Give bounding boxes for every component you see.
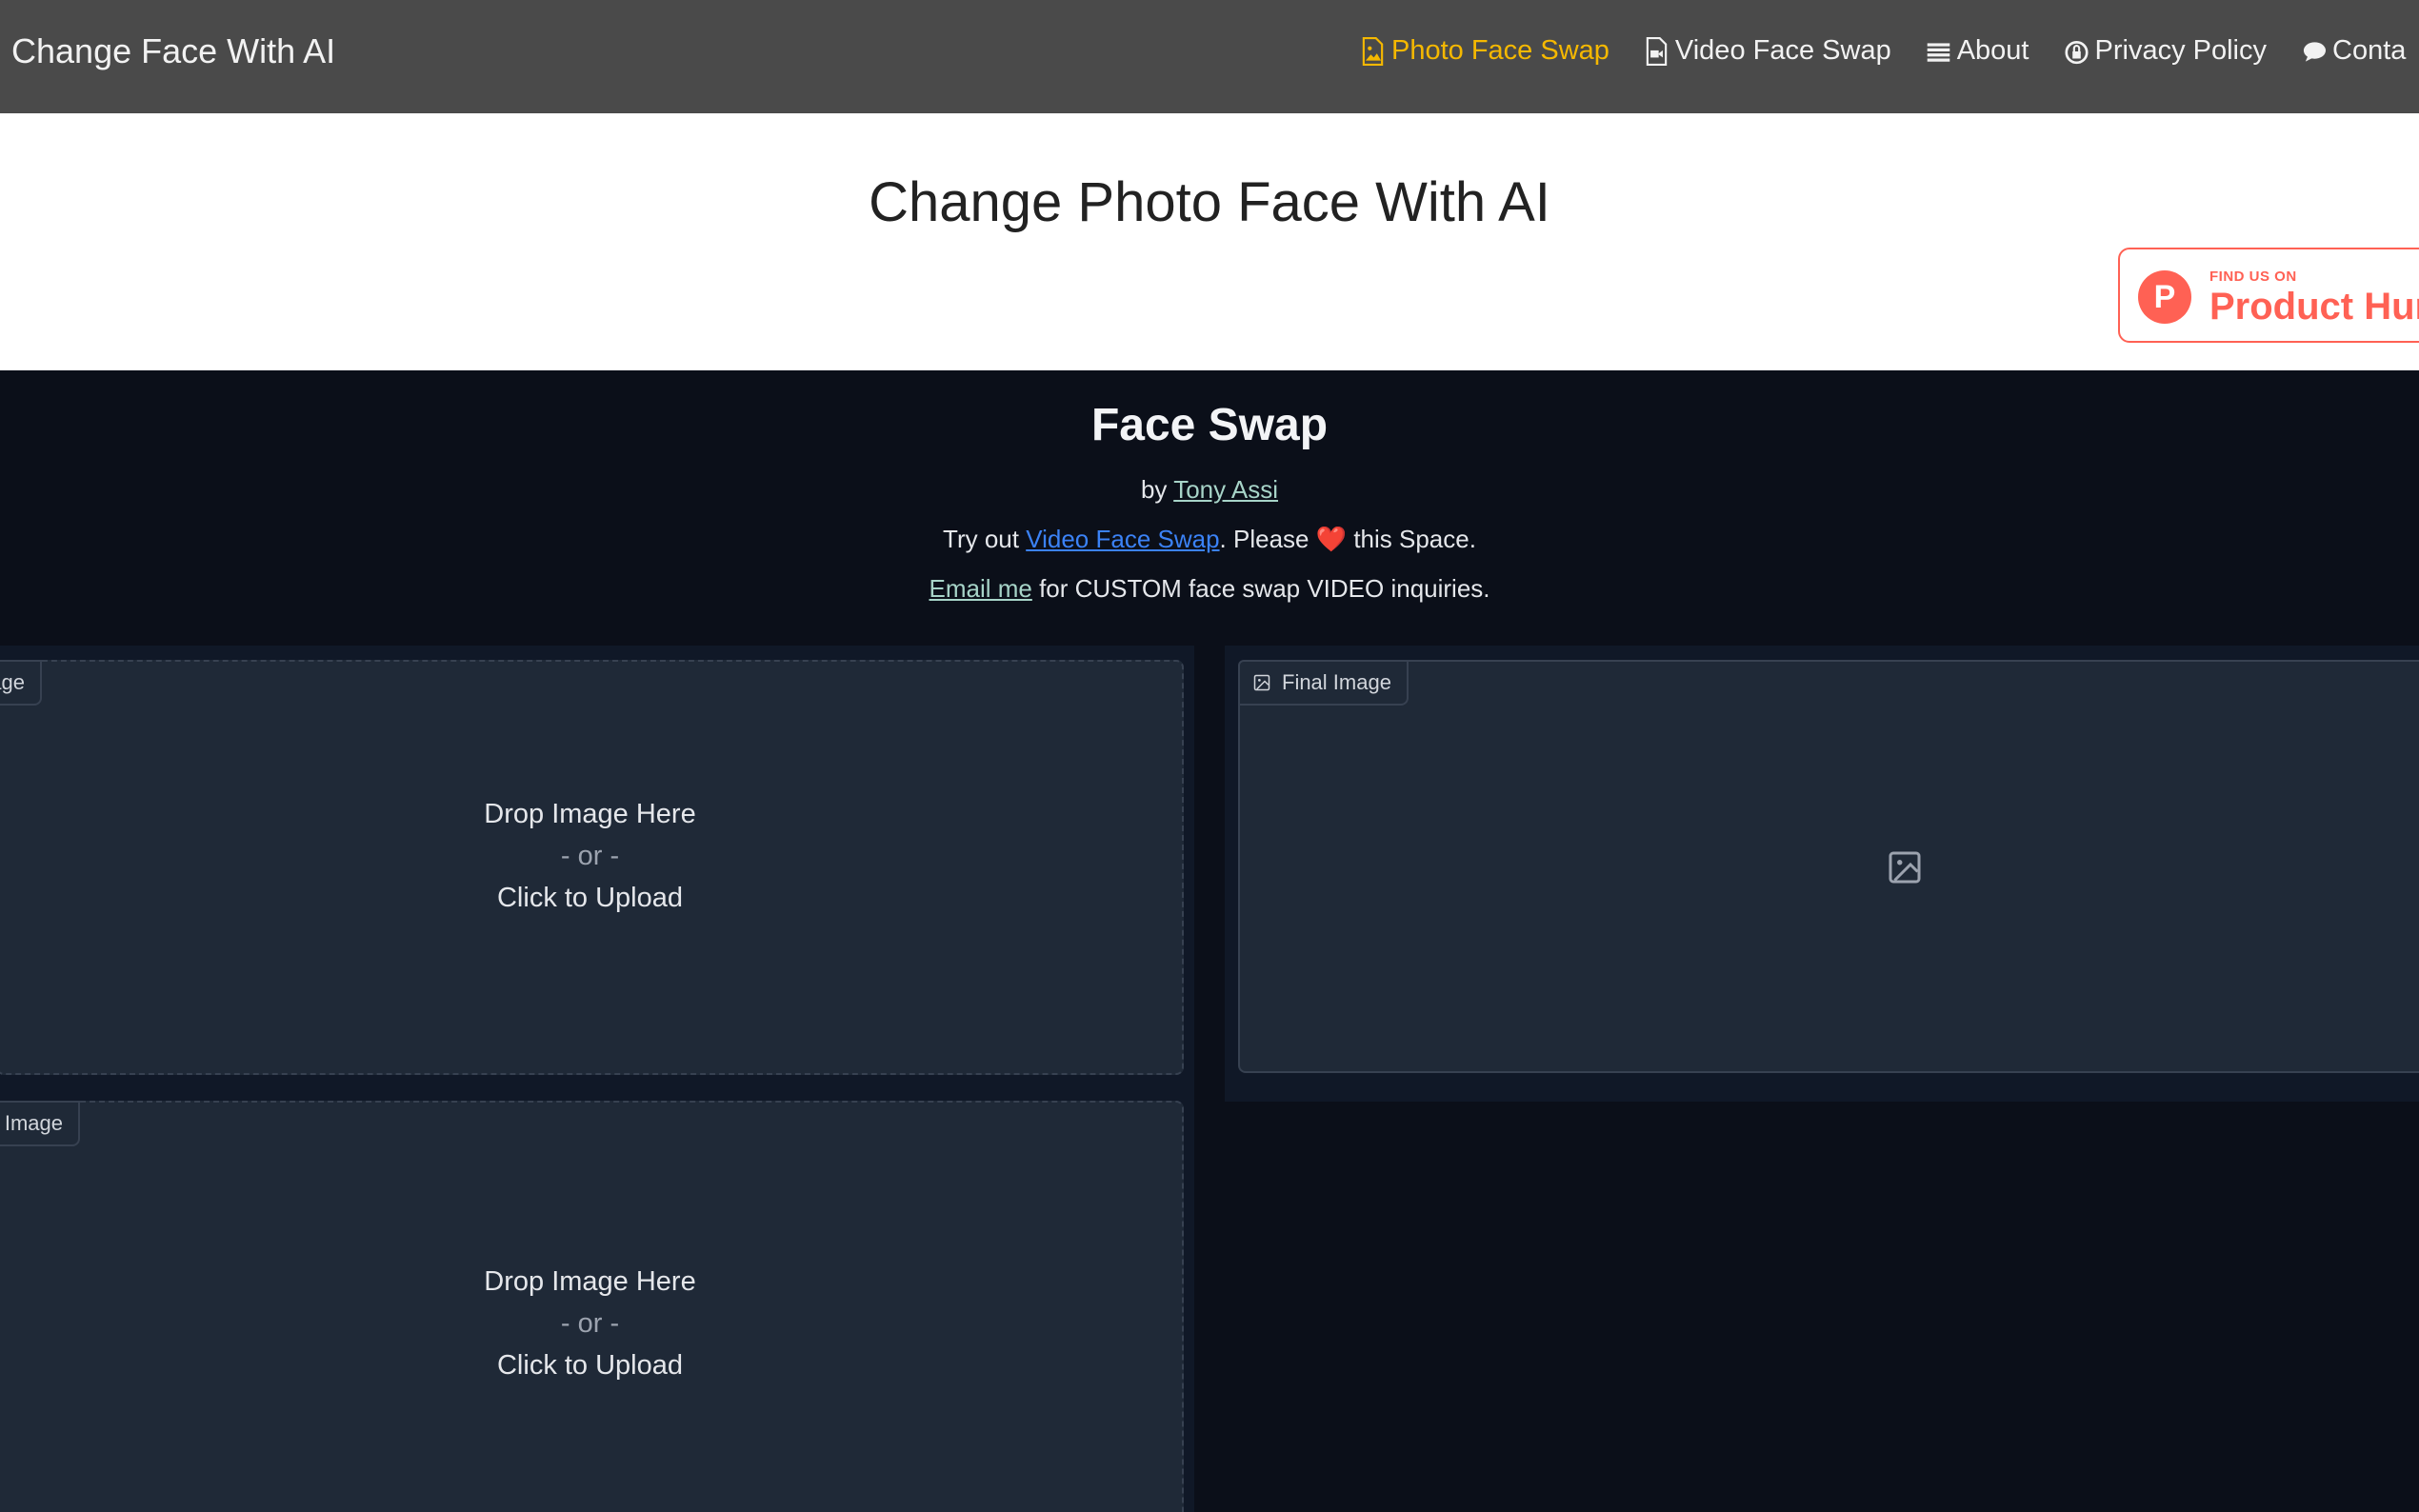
click-to-upload-text: Click to Upload [496,1350,684,1381]
contact-suffix: for CUSTOM face swap VIDEO inquiries. [1031,574,1490,603]
video-face-swap-link[interactable]: Video Face Swap [1026,525,1219,553]
empty-image-placeholder-icon [1889,851,1921,884]
list-icon [1927,42,1949,62]
promo-middle: . Please [1219,525,1316,553]
nav-link-label: About [1956,35,2029,66]
face-swap-app: Face Swap by Tony Assi Try out Video Fac… [0,370,2419,1512]
drop-here-text: Drop Image Here [484,799,696,829]
lock-icon [2064,40,2089,64]
title-band: Change Photo Face With AI P FIND US ON P… [0,113,2419,370]
promo-suffix: this Space. [1347,525,1476,553]
image-icon [1253,674,1270,691]
nav-link-label: Privacy Policy [2094,35,2268,66]
final-image-label-text: Final Image [1282,670,1391,694]
destination-image-label: n Image [0,1101,80,1146]
byline-prefix: by [1140,475,1174,504]
nav-links: Photo Face Swap Video Face Swap About Pr… [1360,35,2419,67]
source-image-dropzone[interactable]: age Drop Image Here - or - Click to Uplo… [0,660,1184,1075]
nav-link-photo-face-swap[interactable]: Photo Face Swap [1360,35,1609,67]
nav-link-label: Video Face Swap [1674,35,1891,66]
top-navbar: Change Face With AI Photo Face Swap Vide… [0,0,2419,113]
byline: by Tony Assi [0,475,2419,505]
promo-line: Try out Video Face Swap. Please ❤️ this … [0,525,2419,554]
brand-title[interactable]: Change Face With AI [11,31,335,71]
nav-link-about[interactable]: About [1926,35,2029,67]
author-link[interactable]: Tony Assi [1173,475,1278,504]
video-file-icon [1646,36,1668,66]
image-file-icon [1362,36,1384,66]
input-column: age Drop Image Here - or - Click to Uplo… [0,646,1194,1512]
app-title: Face Swap [1090,400,1329,450]
contact-line: Email me for CUSTOM face swap VIDEO inqu… [0,574,2419,604]
chat-bubble-icon [2303,41,2327,62]
nav-link-privacy-policy[interactable]: Privacy Policy [2064,35,2268,67]
nav-link-video-face-swap[interactable]: Video Face Swap [1644,35,1891,67]
nav-link-label: Conta [2332,35,2407,66]
nav-link-contact[interactable]: Conta [2301,35,2406,67]
click-to-upload-text: Click to Upload [496,883,684,913]
email-link[interactable]: Email me [929,574,1031,603]
heart-icon: ❤️ [1315,525,1348,553]
destination-image-dropzone[interactable]: n Image Drop Image Here - or - Click to … [0,1101,1184,1512]
product-hunt-find-text: FIND US ON [2209,269,2297,285]
page-title: Change Photo Face With AI [869,171,1550,233]
product-hunt-name: Product Hun [2209,286,2419,328]
or-text: - or - [560,1308,620,1339]
dropzone-text: Drop Image Here - or - Click to Upload [0,1261,1182,1386]
drop-here-text: Drop Image Here [484,1266,696,1297]
final-image-label: Final Image [1238,660,1409,706]
final-image-output: Final Image [1238,660,2419,1073]
product-hunt-badge[interactable]: P FIND US ON Product Hun [2118,248,2419,343]
nav-link-label: Photo Face Swap [1391,35,1609,66]
promo-prefix: Try out [943,525,1027,553]
source-image-label: age [0,660,42,706]
output-column: Final Image [1225,646,2419,1102]
dropzone-text: Drop Image Here - or - Click to Upload [0,793,1182,919]
product-hunt-logo-icon: P [2138,270,2191,324]
or-text: - or - [560,841,620,871]
